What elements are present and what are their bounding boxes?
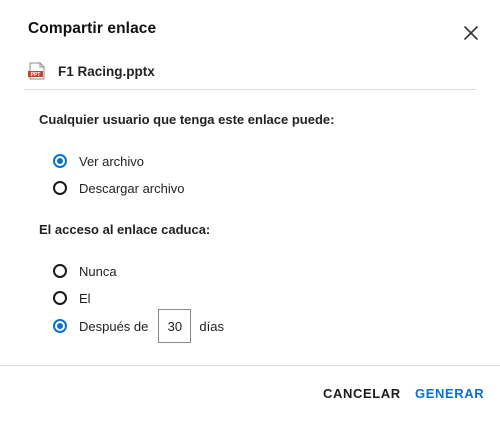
file-icon-text: PPT bbox=[31, 72, 41, 78]
divider bbox=[24, 89, 476, 90]
dialog-title: Compartir enlace bbox=[28, 20, 157, 37]
file-info: PPT F1 Racing.pptx bbox=[28, 61, 155, 81]
radio-view-file[interactable]: Ver archivo bbox=[53, 152, 144, 170]
pptx-file-icon: PPT bbox=[28, 62, 45, 80]
file-name: F1 Racing.pptx bbox=[58, 63, 155, 79]
close-icon[interactable] bbox=[462, 24, 480, 42]
radio-button[interactable] bbox=[53, 264, 67, 278]
radio-after-days[interactable]: Después de días bbox=[53, 308, 224, 344]
radio-label: Ver archivo bbox=[79, 153, 145, 169]
radio-on-date[interactable]: El bbox=[53, 289, 91, 307]
radio-label: Nunca bbox=[79, 263, 117, 279]
radio-never[interactable]: Nunca bbox=[53, 262, 117, 280]
radio-label: Después de bbox=[79, 318, 149, 334]
radio-button-checked[interactable] bbox=[53, 319, 67, 333]
footer-divider bbox=[0, 365, 500, 366]
radio-button[interactable] bbox=[53, 291, 67, 305]
days-suffix: días bbox=[199, 318, 224, 334]
expiry-label: El acceso al enlace caduca: bbox=[39, 222, 211, 237]
cancel-button[interactable]: CANCELAR bbox=[323, 386, 401, 401]
radio-label: El bbox=[79, 290, 91, 306]
generate-button[interactable]: GENERAR bbox=[415, 386, 484, 401]
share-link-dialog: Compartir enlace PPT F1 Racing.pptx Cual… bbox=[0, 0, 500, 421]
radio-label: Descargar archivo bbox=[79, 180, 185, 196]
permissions-label: Cualquier usuario que tenga este enlace … bbox=[39, 112, 335, 127]
radio-button-checked[interactable] bbox=[53, 154, 67, 168]
days-input[interactable] bbox=[158, 309, 192, 343]
radio-download-file[interactable]: Descargar archivo bbox=[53, 179, 185, 197]
radio-button[interactable] bbox=[53, 181, 67, 195]
